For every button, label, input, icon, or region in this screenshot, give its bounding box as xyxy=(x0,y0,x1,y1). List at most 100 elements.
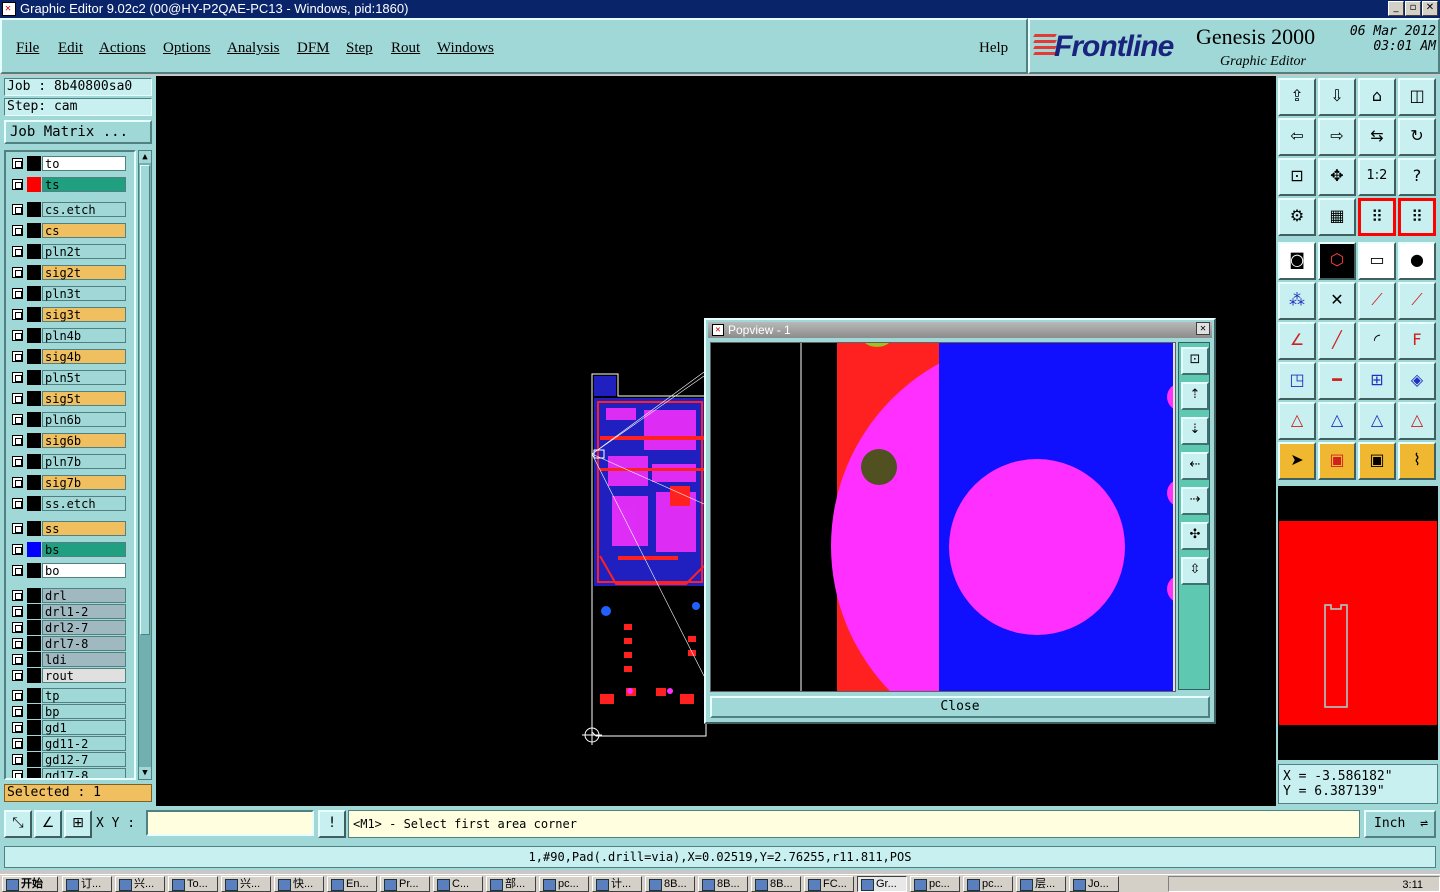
taskbar-item[interactable]: Pr... xyxy=(380,876,430,892)
popview-pan-left-icon[interactable]: ⇠ xyxy=(1181,452,1209,480)
split-view-icon[interactable]: ◫ xyxy=(1398,78,1436,116)
layer-list-scrollbar[interactable]: ▲ ▼ xyxy=(138,150,152,780)
zoom-center-icon[interactable]: ✥ xyxy=(1318,158,1356,196)
layer-row[interactable]: cs.etch xyxy=(8,202,134,217)
taskbar-item[interactable]: 兴... xyxy=(115,876,165,892)
layer-row[interactable]: to xyxy=(8,156,134,171)
redraw-icon[interactable]: ↻ xyxy=(1398,118,1436,156)
layer-checkbox[interactable] xyxy=(12,738,23,749)
layer-checkbox[interactable] xyxy=(12,706,23,717)
shapes-icon[interactable]: ◈ xyxy=(1398,362,1436,400)
taskbar-item[interactable]: 8B... xyxy=(751,876,801,892)
layer-checkbox[interactable] xyxy=(12,435,23,446)
pointer-icon[interactable]: ➤ xyxy=(1278,442,1316,480)
popview-zoom-in-icon[interactable]: ✣ xyxy=(1181,522,1209,550)
layer-row[interactable]: pln5t xyxy=(8,370,134,385)
layer-checkbox[interactable] xyxy=(12,722,23,733)
layer-row[interactable]: sig4b xyxy=(8,349,134,364)
layer-row[interactable]: sig2t xyxy=(8,265,134,280)
minimize-button[interactable]: _ xyxy=(1388,1,1404,16)
taskbar-item[interactable]: pc... xyxy=(910,876,960,892)
pan-left-icon[interactable]: ⇦ xyxy=(1278,118,1316,156)
layer-row[interactable]: bo xyxy=(8,563,134,578)
triangle-4-icon[interactable]: △ xyxy=(1398,402,1436,440)
zoom-fit-icon[interactable]: ⊡ xyxy=(1278,158,1316,196)
layer-checkbox[interactable] xyxy=(12,690,23,701)
popview-pan-down-icon[interactable]: ⇣ xyxy=(1181,417,1209,445)
start-button[interactable]: 开始 xyxy=(2,876,58,892)
taskbar-item[interactable]: 兴... xyxy=(221,876,271,892)
pad-icon[interactable]: ● xyxy=(1398,242,1436,280)
snap-icon[interactable]: ⠿ xyxy=(1358,198,1396,236)
layer-checkbox[interactable] xyxy=(12,330,23,341)
scroll-up-arrow-icon[interactable]: ▲ xyxy=(139,151,151,163)
home-view-icon[interactable]: ⌂ xyxy=(1358,78,1396,116)
edit-line-icon[interactable]: ⟋ xyxy=(1398,282,1436,320)
layer-checkbox[interactable] xyxy=(12,565,23,576)
layer-checkbox[interactable] xyxy=(12,523,23,534)
layer-checkbox[interactable] xyxy=(12,606,23,617)
taskbar-item[interactable]: pc... xyxy=(963,876,1013,892)
scroll-down-arrow-icon[interactable]: ▼ xyxy=(139,767,151,779)
maximize-button[interactable]: ▫ xyxy=(1405,1,1421,16)
taskbar-item[interactable]: Gr... xyxy=(857,876,907,892)
menu-help[interactable]: Help xyxy=(979,40,1008,57)
window-close-button[interactable]: ✕ xyxy=(1422,1,1438,16)
route-icon[interactable]: ⌇ xyxy=(1398,442,1436,480)
job-matrix-button[interactable]: Job Matrix ... xyxy=(4,120,152,144)
scroll-thumb[interactable] xyxy=(140,165,150,635)
layer-row[interactable]: gd1 xyxy=(8,720,134,735)
ruler-icon[interactable]: ▭ xyxy=(1358,242,1396,280)
layer-row[interactable]: cs xyxy=(8,223,134,238)
layer-row[interactable]: rout xyxy=(8,668,134,683)
taskbar-item[interactable]: 层... xyxy=(1016,876,1066,892)
popview-window[interactable]: Popview - 1 ✕ ✕ ⊡ ⇡ ⇣ ⇠ ⇢ ✣ ⇳ Close xyxy=(704,318,1216,724)
triangle-icon[interactable]: △ xyxy=(1278,402,1316,440)
taskbar-item[interactable]: 8B... xyxy=(698,876,748,892)
delete-node-icon[interactable]: ✕ xyxy=(1318,282,1356,320)
taskbar-item[interactable]: 8B... xyxy=(645,876,695,892)
taskbar-item[interactable]: Jo... xyxy=(1069,876,1119,892)
pointer-select-icon[interactable]: ▣ xyxy=(1358,442,1396,480)
taskbar-item[interactable]: 快... xyxy=(274,876,324,892)
layer-row[interactable]: sig6b xyxy=(8,433,134,448)
layer-checkbox[interactable] xyxy=(12,414,23,425)
layer-row[interactable]: sig3t xyxy=(8,307,134,322)
layer-checkbox[interactable] xyxy=(12,225,23,236)
layer-row[interactable]: drl2-7 xyxy=(8,620,134,635)
triangle-3-icon[interactable]: △ xyxy=(1358,402,1396,440)
taskbar-item[interactable]: To... xyxy=(168,876,218,892)
settings-icon[interactable]: ⚙ xyxy=(1278,198,1316,236)
layer-checkbox[interactable] xyxy=(12,654,23,665)
taskbar-item[interactable]: En... xyxy=(327,876,377,892)
connect-snap-icon[interactable]: ⠿ xyxy=(1398,198,1436,236)
menu-windows[interactable]: Windows xyxy=(437,40,494,57)
layer-checkbox[interactable] xyxy=(12,309,23,320)
layer-row[interactable]: pln4b xyxy=(8,328,134,343)
layer-row[interactable]: bs xyxy=(8,542,134,557)
popview-pan-up-icon[interactable]: ⇡ xyxy=(1181,382,1209,410)
slash-line-icon[interactable]: ╱ xyxy=(1318,322,1356,360)
layer-checkbox[interactable] xyxy=(12,670,23,681)
layer-checkbox[interactable] xyxy=(12,158,23,169)
layer-row[interactable]: pln2t xyxy=(8,244,134,259)
layer-checkbox[interactable] xyxy=(12,477,23,488)
layer-row[interactable]: drl xyxy=(8,588,134,603)
layer-row[interactable]: pln3t xyxy=(8,286,134,301)
angle-icon[interactable]: ∠ xyxy=(1278,322,1316,360)
taskbar-item[interactable]: 计... xyxy=(592,876,642,892)
arc-icon[interactable]: ◜ xyxy=(1358,322,1396,360)
popview-title-bar[interactable]: Popview - 1 xyxy=(708,322,1212,338)
menu-actions[interactable]: Actions xyxy=(99,40,146,57)
select-feature-icon[interactable]: ◙ xyxy=(1278,242,1316,280)
unit-selector[interactable]: Inch ⇌ xyxy=(1364,810,1436,838)
layer-checkbox[interactable] xyxy=(12,622,23,633)
zoom-home-icon[interactable]: ⇪ xyxy=(1278,78,1316,116)
snap-center-icon[interactable]: ⊞ xyxy=(64,810,92,838)
layer-row[interactable]: sig5t xyxy=(8,391,134,406)
layer-checkbox[interactable] xyxy=(12,246,23,257)
pointer-box-icon[interactable]: ▣ xyxy=(1318,442,1356,480)
popview-zoom-view[interactable] xyxy=(710,342,1176,692)
zoom-ratio-10-icon[interactable]: ⇆ xyxy=(1358,118,1396,156)
layer-checkbox[interactable] xyxy=(12,590,23,601)
